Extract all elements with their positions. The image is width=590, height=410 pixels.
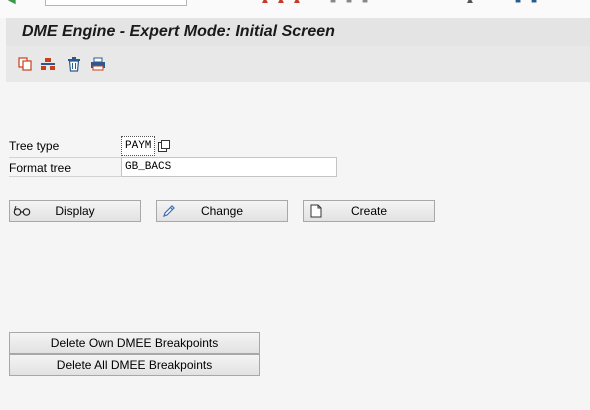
create-button[interactable]: Create	[303, 200, 435, 222]
format-tree-label: Format tree	[9, 157, 121, 177]
shortcut-icon[interactable]: ■	[531, 0, 537, 6]
find-icon[interactable]: ■	[346, 0, 352, 6]
application-toolbar	[6, 46, 590, 82]
print-icon[interactable]: ■	[330, 0, 336, 6]
find-next-icon[interactable]: ■	[362, 0, 368, 6]
enter-icon[interactable]: ◀	[8, 0, 16, 6]
first-page-icon[interactable]: ▲	[465, 0, 475, 6]
delete-all-breakpoints-button[interactable]: Delete All DMEE Breakpoints	[9, 354, 260, 376]
page-title: DME Engine - Expert Mode: Initial Screen	[6, 18, 590, 46]
glasses-icon	[13, 203, 31, 219]
delete-all-breakpoints-label: Delete All DMEE Breakpoints	[56, 358, 213, 372]
system-toolbar: ◀ ▲ ▲ ▲ ■ ■ ■ ▲ ■ ■	[0, 0, 590, 18]
print-icon[interactable]	[89, 55, 107, 73]
pencil-icon	[160, 203, 178, 219]
delete-icon[interactable]	[65, 55, 83, 73]
exit-icon[interactable]: ▲	[276, 0, 286, 6]
tree-type-input[interactable]	[121, 136, 155, 156]
new-session-icon[interactable]: ■	[515, 0, 521, 6]
back-icon[interactable]: ▲	[260, 0, 270, 6]
format-tree-input[interactable]	[121, 157, 337, 177]
change-button[interactable]: Change	[156, 200, 288, 222]
delete-own-breakpoints-button[interactable]: Delete Own DMEE Breakpoints	[9, 332, 260, 354]
value-help-icon[interactable]	[155, 136, 173, 156]
tree-type-label: Tree type	[9, 139, 60, 153]
cancel-icon[interactable]: ▲	[292, 0, 302, 6]
delete-own-breakpoints-label: Delete Own DMEE Breakpoints	[50, 336, 219, 350]
transport-icon[interactable]	[39, 55, 57, 73]
command-field[interactable]	[45, 0, 187, 6]
new-document-icon	[307, 203, 325, 219]
display-button[interactable]: Display	[9, 200, 141, 222]
copy-icon[interactable]	[16, 55, 34, 73]
